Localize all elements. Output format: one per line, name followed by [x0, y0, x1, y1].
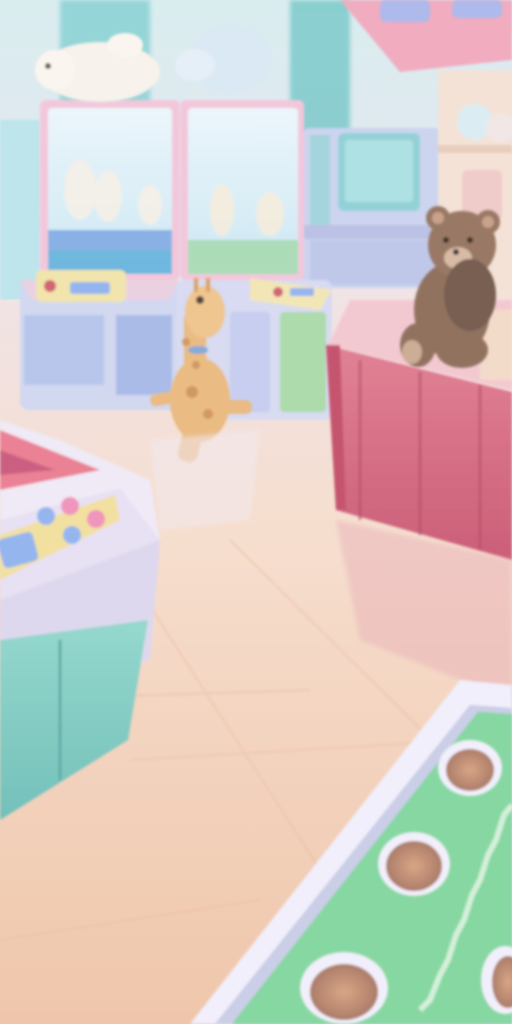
- arcade-scene: [0, 0, 512, 1024]
- haze-overlay: [0, 0, 512, 1024]
- arcade-illustration: [0, 0, 512, 1024]
